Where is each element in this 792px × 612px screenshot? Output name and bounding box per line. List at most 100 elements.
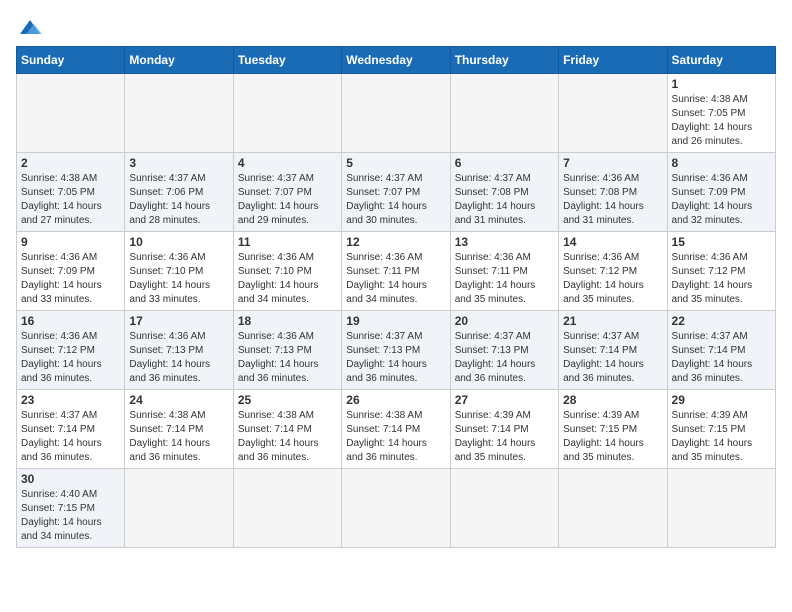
calendar-day-cell <box>667 469 775 548</box>
day-info: Sunrise: 4:36 AM Sunset: 7:11 PM Dayligh… <box>346 251 445 307</box>
calendar-day-cell: 26Sunrise: 4:38 AM Sunset: 7:14 PM Dayli… <box>342 390 450 469</box>
day-info: Sunrise: 4:40 AM Sunset: 7:15 PM Dayligh… <box>21 488 120 544</box>
day-info: Sunrise: 4:36 AM Sunset: 7:09 PM Dayligh… <box>672 172 771 228</box>
header-sunday: Sunday <box>17 47 125 74</box>
day-number: 17 <box>129 314 228 328</box>
calendar-week-row: 30 Sunrise: 4:40 AM Sunset: 7:15 PM Dayli… <box>17 469 776 548</box>
calendar-day-cell <box>233 469 341 548</box>
day-number: 10 <box>129 235 228 249</box>
day-number: 6 <box>455 156 554 170</box>
header-saturday: Saturday <box>667 47 775 74</box>
day-info: Sunrise: 4:37 AM Sunset: 7:13 PM Dayligh… <box>455 330 554 386</box>
day-info: Sunrise: 4:36 AM Sunset: 7:10 PM Dayligh… <box>129 251 228 307</box>
day-number: 27 <box>455 393 554 407</box>
day-info: Sunrise: 4:36 AM Sunset: 7:13 PM Dayligh… <box>238 330 337 386</box>
calendar-day-cell: 27 Sunrise: 4:39 AM Sunset: 7:14 PM Dayli… <box>450 390 558 469</box>
calendar-day-cell: 16Sunrise: 4:36 AM Sunset: 7:12 PM Dayli… <box>17 311 125 390</box>
day-number: 20 <box>455 314 554 328</box>
calendar-day-cell: 22Sunrise: 4:37 AM Sunset: 7:14 PM Dayli… <box>667 311 775 390</box>
calendar-table: SundayMondayTuesdayWednesdayThursdayFrid… <box>16 46 776 548</box>
calendar-day-cell: 6Sunrise: 4:37 AM Sunset: 7:08 PM Daylig… <box>450 153 558 232</box>
day-info: Sunrise: 4:36 AM Sunset: 7:12 PM Dayligh… <box>21 330 120 386</box>
day-info: Sunrise: 4:39 AM Sunset: 7:15 PM Dayligh… <box>672 409 771 465</box>
logo <box>16 16 48 38</box>
generalblue-logo-icon <box>16 16 44 38</box>
day-number: 3 <box>129 156 228 170</box>
calendar-day-cell <box>450 74 558 153</box>
calendar-day-cell: 15Sunrise: 4:36 AM Sunset: 7:12 PM Dayli… <box>667 232 775 311</box>
calendar-day-cell: 23 Sunrise: 4:37 AM Sunset: 7:14 PM Dayli… <box>17 390 125 469</box>
day-number: 23 <box>21 393 120 407</box>
calendar-day-cell: 28Sunrise: 4:39 AM Sunset: 7:15 PM Dayli… <box>559 390 667 469</box>
header-wednesday: Wednesday <box>342 47 450 74</box>
day-info: Sunrise: 4:39 AM Sunset: 7:14 PM Dayligh… <box>455 409 554 465</box>
calendar-week-row: 9Sunrise: 4:36 AM Sunset: 7:09 PM Daylig… <box>17 232 776 311</box>
calendar-header-row: SundayMondayTuesdayWednesdayThursdayFrid… <box>17 47 776 74</box>
calendar-day-cell <box>559 74 667 153</box>
day-info: Sunrise: 4:38 AM Sunset: 7:14 PM Dayligh… <box>129 409 228 465</box>
day-info: Sunrise: 4:36 AM Sunset: 7:10 PM Dayligh… <box>238 251 337 307</box>
day-info: Sunrise: 4:36 AM Sunset: 7:12 PM Dayligh… <box>563 251 662 307</box>
calendar-day-cell: 10 Sunrise: 4:36 AM Sunset: 7:10 PM Dayli… <box>125 232 233 311</box>
header-tuesday: Tuesday <box>233 47 341 74</box>
header-friday: Friday <box>559 47 667 74</box>
day-number: 2 <box>21 156 120 170</box>
day-number: 30 <box>21 472 120 486</box>
calendar-day-cell: 9Sunrise: 4:36 AM Sunset: 7:09 PM Daylig… <box>17 232 125 311</box>
calendar-week-row: 1 Sunrise: 4:38 AM Sunset: 7:05 PM Daylig… <box>17 74 776 153</box>
calendar-day-cell <box>342 74 450 153</box>
day-info: Sunrise: 4:37 AM Sunset: 7:13 PM Dayligh… <box>346 330 445 386</box>
day-number: 4 <box>238 156 337 170</box>
calendar-week-row: 2Sunrise: 4:38 AM Sunset: 7:05 PM Daylig… <box>17 153 776 232</box>
day-info: Sunrise: 4:38 AM Sunset: 7:05 PM Dayligh… <box>672 93 771 149</box>
calendar-day-cell <box>342 469 450 548</box>
day-info: Sunrise: 4:37 AM Sunset: 7:14 PM Dayligh… <box>563 330 662 386</box>
calendar-day-cell: 30 Sunrise: 4:40 AM Sunset: 7:15 PM Dayli… <box>17 469 125 548</box>
calendar-day-cell <box>125 469 233 548</box>
calendar-day-cell: 17Sunrise: 4:36 AM Sunset: 7:13 PM Dayli… <box>125 311 233 390</box>
day-number: 28 <box>563 393 662 407</box>
day-number: 22 <box>672 314 771 328</box>
day-number: 21 <box>563 314 662 328</box>
day-number: 29 <box>672 393 771 407</box>
day-info: Sunrise: 4:37 AM Sunset: 7:07 PM Dayligh… <box>346 172 445 228</box>
calendar-day-cell <box>559 469 667 548</box>
day-number: 1 <box>672 77 771 91</box>
day-info: Sunrise: 4:38 AM Sunset: 7:14 PM Dayligh… <box>346 409 445 465</box>
calendar-day-cell: 4Sunrise: 4:37 AM Sunset: 7:07 PM Daylig… <box>233 153 341 232</box>
calendar-day-cell <box>233 74 341 153</box>
header-monday: Monday <box>125 47 233 74</box>
calendar-day-cell: 11Sunrise: 4:36 AM Sunset: 7:10 PM Dayli… <box>233 232 341 311</box>
day-number: 9 <box>21 235 120 249</box>
day-number: 13 <box>455 235 554 249</box>
day-info: Sunrise: 4:38 AM Sunset: 7:14 PM Dayligh… <box>238 409 337 465</box>
calendar-day-cell: 13 Sunrise: 4:36 AM Sunset: 7:11 PM Dayli… <box>450 232 558 311</box>
day-number: 5 <box>346 156 445 170</box>
day-number: 18 <box>238 314 337 328</box>
calendar-day-cell: 25Sunrise: 4:38 AM Sunset: 7:14 PM Dayli… <box>233 390 341 469</box>
calendar-day-cell: 18 Sunrise: 4:36 AM Sunset: 7:13 PM Dayli… <box>233 311 341 390</box>
calendar-day-cell: 19 Sunrise: 4:37 AM Sunset: 7:13 PM Dayli… <box>342 311 450 390</box>
day-info: Sunrise: 4:36 AM Sunset: 7:11 PM Dayligh… <box>455 251 554 307</box>
calendar-day-cell: 21 Sunrise: 4:37 AM Sunset: 7:14 PM Dayli… <box>559 311 667 390</box>
day-number: 24 <box>129 393 228 407</box>
day-number: 12 <box>346 235 445 249</box>
day-number: 14 <box>563 235 662 249</box>
calendar-day-cell: 8Sunrise: 4:36 AM Sunset: 7:09 PM Daylig… <box>667 153 775 232</box>
calendar-week-row: 23 Sunrise: 4:37 AM Sunset: 7:14 PM Dayli… <box>17 390 776 469</box>
header-thursday: Thursday <box>450 47 558 74</box>
day-number: 19 <box>346 314 445 328</box>
calendar-day-cell <box>17 74 125 153</box>
calendar-day-cell: 7Sunrise: 4:36 AM Sunset: 7:08 PM Daylig… <box>559 153 667 232</box>
day-info: Sunrise: 4:37 AM Sunset: 7:14 PM Dayligh… <box>21 409 120 465</box>
calendar-day-cell: 1 Sunrise: 4:38 AM Sunset: 7:05 PM Daylig… <box>667 74 775 153</box>
calendar-day-cell: 2Sunrise: 4:38 AM Sunset: 7:05 PM Daylig… <box>17 153 125 232</box>
day-info: Sunrise: 4:36 AM Sunset: 7:08 PM Dayligh… <box>563 172 662 228</box>
calendar-day-cell: 3Sunrise: 4:37 AM Sunset: 7:06 PM Daylig… <box>125 153 233 232</box>
page-header <box>16 16 776 38</box>
calendar-day-cell: 20 Sunrise: 4:37 AM Sunset: 7:13 PM Dayli… <box>450 311 558 390</box>
calendar-week-row: 16Sunrise: 4:36 AM Sunset: 7:12 PM Dayli… <box>17 311 776 390</box>
calendar-day-cell: 14 Sunrise: 4:36 AM Sunset: 7:12 PM Dayli… <box>559 232 667 311</box>
calendar-day-cell <box>125 74 233 153</box>
calendar-day-cell: 5 Sunrise: 4:37 AM Sunset: 7:07 PM Daylig… <box>342 153 450 232</box>
